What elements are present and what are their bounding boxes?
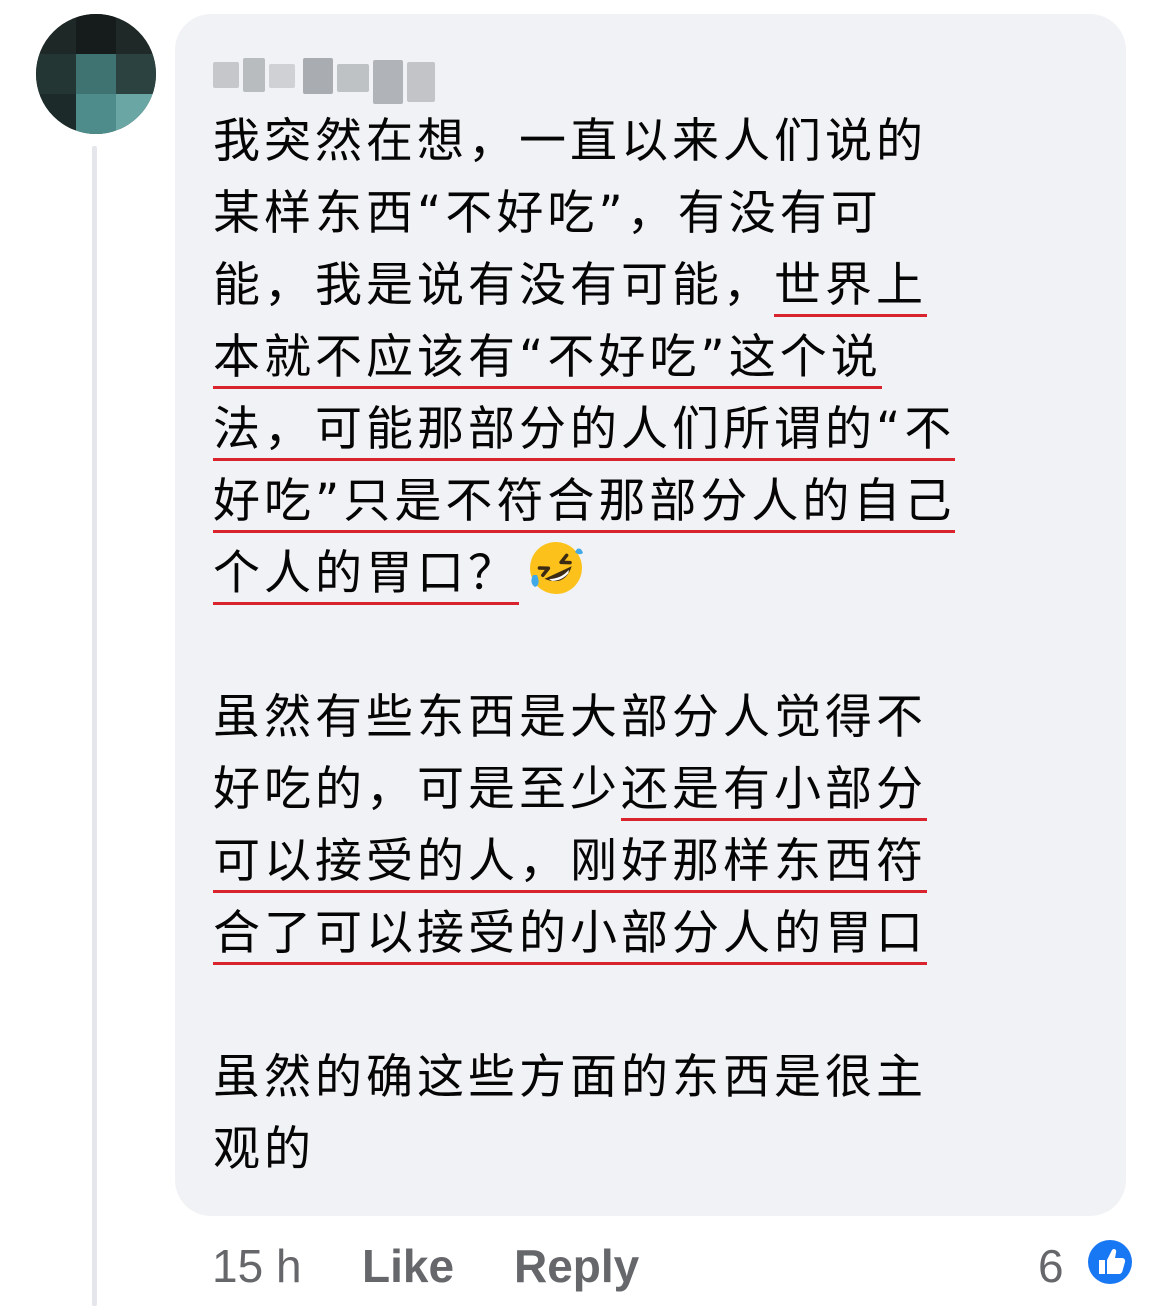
comment-line: 我突然在想，一直以来人们说的 [213,106,1103,178]
comment-line: 可以接受的人，刚好那样东西符 [213,826,1103,898]
comment-text-segment: 观的 [213,1122,315,1177]
comment-line: 观的 [213,1114,1103,1186]
underlined-text: 法，可能那部分的人们所谓的“不 [213,402,956,461]
commenter-avatar[interactable] [36,14,156,134]
comment-line: 本就不应该有“不好吃”这个说 [213,322,1103,394]
comment-timestamp[interactable]: 15 h [212,1236,302,1296]
comment-text: 我突然在想，一直以来人们说的 某样东西“不好吃”，有没有可 能，我是说有没有可能，世… [213,106,1103,1186]
comment-line: 法，可能那部分的人们所谓的“不 [213,394,1103,466]
comment-line: 合了可以接受的小部分人的胃口 [213,898,1103,970]
underlined-text: 好吃”只是不符合那部分人的自己 [213,474,956,533]
underlined-text: 本就不应该有“不好吃”这个说 [213,330,882,389]
underlined-text: 合了可以接受的小部分人的胃口 [213,906,927,965]
underlined-text: 还是有小部分 [621,762,927,821]
comment-line: 能，我是说有没有可能，世界上 [213,250,1103,322]
comment-line: 虽然的确这些方面的东西是很主 [213,1042,1103,1114]
thumbs-up-icon[interactable] [1084,1236,1136,1288]
comment-paragraph: 虽然的确这些方面的东西是很主 观的 [213,1042,1103,1186]
comment-text-segment: 我突然在想，一直以来人们说的 [213,114,927,169]
reply-button[interactable]: Reply [514,1236,639,1296]
commenter-name-redacted[interactable] [213,54,437,110]
comment-text-segment: 虽然的确这些方面的东西是很主 [213,1050,927,1105]
comment-text-segment: 好吃的，可是至少 [213,762,621,817]
underlined-text: 个人的胃口？ [213,546,519,605]
comment-text-segment: 能，我是说有没有可能， [213,258,774,313]
like-button[interactable]: Like [362,1236,454,1296]
thread-line [92,146,97,1306]
comment-line: 某样东西“不好吃”，有没有可 [213,178,1103,250]
comment-line: 好吃的，可是至少还是有小部分 [213,754,1103,826]
reaction-count[interactable]: 6 [1038,1236,1064,1296]
comment-line: 个人的胃口？ [213,538,1103,610]
comment-line: 好吃”只是不符合那部分人的自己 [213,466,1103,538]
comment-text-segment: 某样东西“不好吃”，有没有可 [213,186,882,241]
comment-line: 虽然有些东西是大部分人觉得不 [213,682,1103,754]
underlined-text: 世界上 [774,258,927,317]
comment-paragraph: 虽然有些东西是大部分人觉得不 好吃的，可是至少还是有小部分 可以接受的人，刚好那样东… [213,682,1103,970]
comment-paragraph: 我突然在想，一直以来人们说的 某样东西“不好吃”，有没有可 能，我是说有没有可能，世… [213,106,1103,610]
comment-bubble: 我突然在想，一直以来人们说的 某样东西“不好吃”，有没有可 能，我是说有没有可能，世… [175,14,1126,1216]
comment-text-segment: 虽然有些东西是大部分人觉得不 [213,690,927,745]
rolling-on-floor-laughing-emoji [527,539,585,597]
underlined-text: 可以接受的人，刚好那样东西符 [213,834,927,893]
